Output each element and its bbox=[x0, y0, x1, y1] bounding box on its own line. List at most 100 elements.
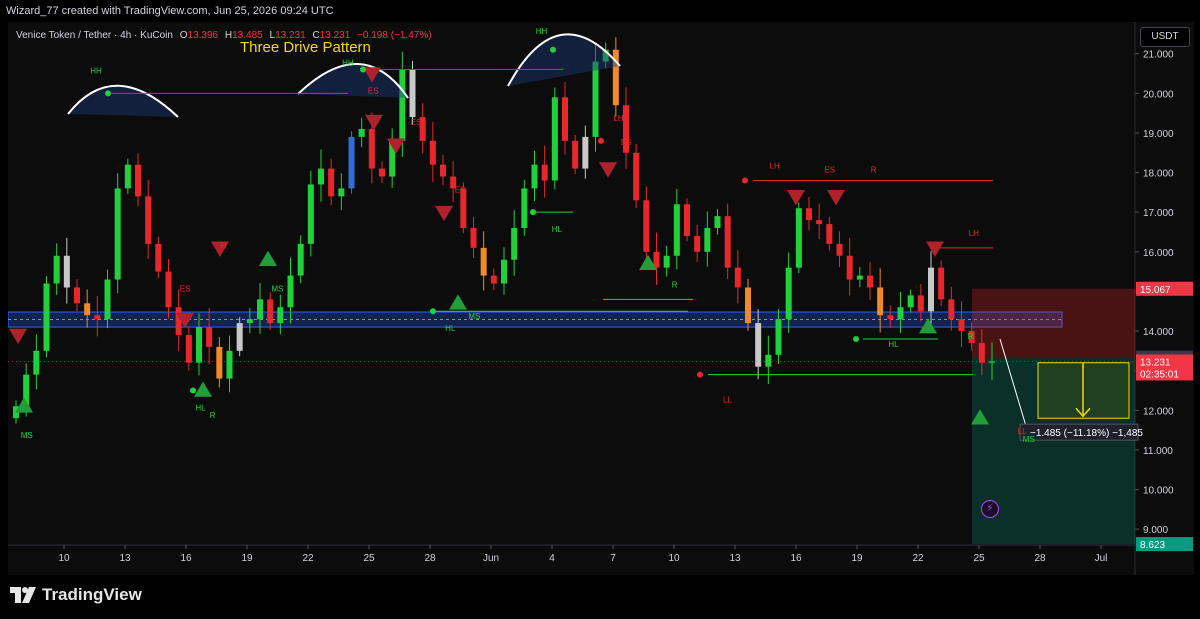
candle-body bbox=[714, 216, 721, 229]
x-tick-label: 10 bbox=[668, 553, 680, 564]
swing-marker-label: ES bbox=[824, 166, 835, 175]
candle-body bbox=[531, 164, 538, 189]
candle-body bbox=[877, 287, 884, 316]
y-tick-label: 21.000 bbox=[1143, 50, 1174, 61]
price-chart[interactable]: 9.00010.00011.00012.00013.00014.00015.00… bbox=[8, 22, 1194, 575]
symbol-name: Venice Token / Tether · 4h · KuCoin bbox=[16, 30, 173, 41]
candle-body bbox=[135, 164, 141, 197]
candle-body bbox=[765, 354, 772, 367]
candle-body bbox=[806, 208, 812, 221]
candle-body bbox=[978, 342, 985, 363]
swing-marker-label: ES bbox=[368, 86, 379, 95]
candle-body bbox=[745, 287, 751, 324]
candle-body bbox=[816, 220, 823, 225]
candle-body bbox=[348, 136, 355, 189]
swing-dot bbox=[853, 335, 859, 342]
lightning-icon[interactable]: ⚡ bbox=[981, 500, 999, 518]
swing-marker-label: LH bbox=[613, 114, 623, 123]
buy-triangle bbox=[259, 250, 277, 267]
swing-dot bbox=[598, 137, 604, 144]
candle-body bbox=[53, 255, 60, 284]
buy-triangle bbox=[449, 294, 467, 310]
sell-triangle bbox=[365, 114, 383, 131]
candle-body bbox=[216, 346, 223, 379]
candle-body bbox=[938, 267, 945, 300]
swing-marker-label: R bbox=[210, 411, 216, 420]
candle-body bbox=[562, 97, 568, 141]
swing-marker-label: R bbox=[221, 241, 227, 250]
candle-body bbox=[368, 128, 375, 169]
swing-dot bbox=[430, 308, 436, 315]
x-tick-label: 25 bbox=[973, 553, 985, 564]
candle-body bbox=[826, 224, 833, 244]
swing-marker-label: LH bbox=[969, 229, 979, 238]
swing-marker-label: HL bbox=[195, 403, 206, 412]
swing-marker-label: ES bbox=[455, 185, 466, 194]
candle-body bbox=[165, 271, 172, 308]
drive-arc bbox=[507, 33, 621, 87]
candle-body bbox=[429, 140, 436, 165]
swing-marker-label: HH bbox=[536, 27, 548, 36]
x-tick-label: 4 bbox=[549, 553, 555, 564]
candle-body bbox=[307, 184, 314, 244]
swing-dot bbox=[190, 387, 196, 394]
swing-marker-label: MS bbox=[1023, 435, 1035, 444]
candle-body bbox=[328, 168, 335, 197]
candle-body bbox=[917, 295, 924, 312]
y-tick-label: 11.000 bbox=[1143, 446, 1173, 457]
candle-body bbox=[297, 243, 304, 276]
attribution-text: Wizard_77 created with TradingView.com, … bbox=[6, 5, 334, 17]
swing-marker-label: LH bbox=[770, 162, 780, 171]
candle-body bbox=[226, 350, 233, 379]
swing-marker-label: ES bbox=[411, 118, 422, 127]
y-tick-label: 12.000 bbox=[1143, 406, 1174, 417]
measure-label: −1.485 (−11.18%) −1,485 bbox=[1030, 428, 1143, 439]
candle-body bbox=[257, 299, 263, 320]
y-tick-label: 9.000 bbox=[1143, 525, 1168, 536]
candle-body bbox=[185, 335, 192, 363]
candle-body bbox=[277, 307, 284, 324]
candle-body bbox=[734, 267, 741, 288]
candle-body bbox=[572, 140, 579, 169]
x-tick-label: 28 bbox=[424, 553, 436, 564]
candle-body bbox=[887, 315, 894, 320]
candle-body bbox=[74, 287, 80, 304]
swing-marker-label: HL bbox=[888, 340, 899, 349]
swing-dot bbox=[530, 209, 536, 216]
candle-body bbox=[836, 243, 843, 256]
candle-body bbox=[663, 255, 670, 268]
candle-body bbox=[318, 168, 324, 185]
y-tick-label: 18.000 bbox=[1143, 169, 1174, 180]
candle-body bbox=[521, 188, 528, 229]
swing-dot bbox=[360, 66, 366, 73]
x-tick-label: 13 bbox=[729, 553, 741, 564]
y-tick-label: 19.000 bbox=[1143, 129, 1174, 140]
candle-body bbox=[755, 323, 762, 367]
currency-button[interactable]: USDT bbox=[1140, 27, 1190, 47]
x-tick-label: 19 bbox=[241, 553, 253, 564]
swing-marker-label: HH bbox=[342, 59, 354, 68]
candle-body bbox=[155, 243, 162, 272]
candle-body bbox=[114, 188, 121, 280]
buy-triangle bbox=[194, 381, 212, 397]
tradingview-logo-icon bbox=[10, 587, 36, 603]
x-tick-label: 22 bbox=[302, 553, 314, 564]
x-tick-label: 16 bbox=[180, 553, 192, 564]
price-label-text: 15.067 bbox=[1140, 285, 1171, 296]
candle-body bbox=[63, 255, 70, 288]
buy-triangle bbox=[15, 397, 33, 413]
candle-body bbox=[551, 97, 558, 181]
candle-body bbox=[236, 323, 243, 351]
candle-body bbox=[582, 136, 589, 169]
chart-area[interactable]: 9.00010.00011.00012.00013.00014.00015.00… bbox=[8, 22, 1194, 575]
candle-body bbox=[440, 164, 446, 177]
candle-body bbox=[897, 307, 904, 320]
candle-body bbox=[43, 283, 50, 351]
tradingview-logo[interactable]: TradingView bbox=[10, 585, 142, 605]
sell-triangle bbox=[926, 241, 944, 257]
candle-body bbox=[399, 69, 406, 141]
candle-body bbox=[775, 319, 782, 355]
swing-marker-label: LL bbox=[723, 395, 732, 404]
candle-body bbox=[724, 216, 731, 268]
candle-body bbox=[785, 267, 792, 320]
